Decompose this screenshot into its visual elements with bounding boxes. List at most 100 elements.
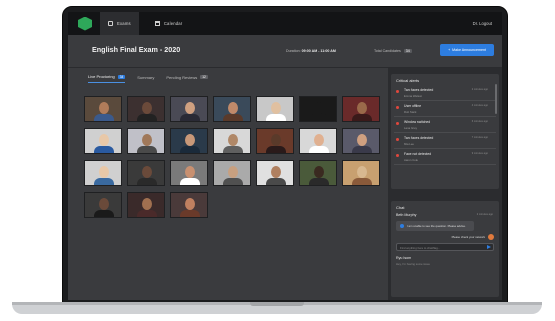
alert-time: 7 minutes ago <box>471 136 488 139</box>
alert-item[interactable]: Two faces detected Emma Watson 2 minutes a… <box>394 85 496 101</box>
candidate-face <box>99 166 109 178</box>
alert-time: 4 minutes ago <box>471 104 488 107</box>
tab-summary-label: Summary <box>137 74 155 80</box>
candidate-body <box>180 146 200 153</box>
chat-title: Chat <box>396 205 405 210</box>
alert-candidate: Mia Lee <box>404 142 414 146</box>
candidate-video-tile[interactable] <box>256 96 294 122</box>
candidate-video-tile[interactable] <box>213 128 251 154</box>
alert-title: Two faces detected <box>404 136 434 140</box>
nav-tab-calendar[interactable]: Calendar <box>147 12 191 35</box>
candidate-body <box>352 146 372 153</box>
total-candidates: Total Candidates 34 <box>374 49 412 53</box>
send-icon[interactable] <box>487 245 491 249</box>
total-candidates-label: Total Candidates <box>374 49 401 53</box>
alerts-scrollbar[interactable] <box>495 84 497 114</box>
chat-time: 2 minutes ago <box>476 213 493 216</box>
alerts-list: Two faces detected Emma Watson 2 minutes a… <box>391 85 499 165</box>
candidate-body <box>94 146 114 153</box>
alert-icon <box>396 90 399 93</box>
right-sidebar: Critical alerts Two faces detected Emma W… <box>388 68 502 300</box>
candidate-face <box>271 134 281 146</box>
candidate-video-tile[interactable] <box>342 96 380 122</box>
candidate-face <box>185 166 195 178</box>
alert-title: Face not detected <box>404 152 432 156</box>
calendar-icon <box>154 21 160 26</box>
candidate-video-tile[interactable] <box>170 96 208 122</box>
duration-value: 09:00 AM - 11:00 AM <box>301 49 336 53</box>
candidate-face <box>314 102 324 114</box>
candidate-video-tile[interactable] <box>256 160 294 186</box>
candidate-body <box>94 178 114 185</box>
candidate-face <box>357 134 367 146</box>
alert-icon <box>396 138 399 141</box>
chat-input-placeholder: Find anything here to chat/flag... <box>400 246 440 250</box>
candidate-video-tile[interactable] <box>299 96 337 122</box>
chat-thread-sender: Ryu Isom <box>396 256 412 260</box>
alert-item[interactable]: Two faces detected Mia Lee 7 minutes ago <box>394 133 496 149</box>
candidate-video-tile[interactable] <box>213 160 251 186</box>
chat-panel: Chat Beth Murphy 2 minutes ago I am unab… <box>391 201 499 297</box>
top-navigation-bar: Exams Calendar Dr. Logout <box>68 12 502 35</box>
nav-tab-exams[interactable]: Exams <box>100 12 139 35</box>
chat-sender-row[interactable]: Beth Murphy 2 minutes ago <box>391 212 499 218</box>
candidate-face <box>228 102 238 114</box>
candidate-body <box>223 146 243 153</box>
alert-item[interactable]: User offline Rob Stark 4 minutes ago <box>394 101 496 117</box>
candidate-body <box>180 178 200 185</box>
candidate-video-tile[interactable] <box>342 128 380 154</box>
candidate-video-tile[interactable] <box>170 160 208 186</box>
tab-live-proctoring-badge: 34 <box>117 74 126 79</box>
logout-link[interactable]: Dr. Logout <box>473 21 492 26</box>
tab-live-proctoring[interactable]: Live Proctoring 34 <box>88 74 126 83</box>
candidate-body <box>309 114 329 121</box>
candidate-video-tile[interactable] <box>299 160 337 186</box>
candidate-video-tile[interactable] <box>213 96 251 122</box>
candidate-video-tile[interactable] <box>170 128 208 154</box>
candidate-video-tile[interactable] <box>342 160 380 186</box>
candidate-body <box>94 114 114 121</box>
make-announcement-button[interactable]: + Make Announcement <box>440 44 494 56</box>
candidate-video-tile[interactable] <box>127 192 165 218</box>
candidate-face <box>185 134 195 146</box>
candidate-face <box>185 198 195 210</box>
candidate-video-tile[interactable] <box>84 96 122 122</box>
candidate-video-tile[interactable] <box>127 96 165 122</box>
candidate-body <box>137 210 157 217</box>
candidate-video-tile[interactable] <box>127 160 165 186</box>
candidate-video-tile[interactable] <box>84 192 122 218</box>
candidate-body <box>309 146 329 153</box>
chat-sender-name: Beth Murphy <box>396 213 417 217</box>
alert-icon <box>396 106 399 109</box>
incoming-message-text: I am unable to see the question. Please … <box>407 224 466 228</box>
candidate-video-tile[interactable] <box>170 192 208 218</box>
candidate-face <box>314 166 324 178</box>
candidate-video-tile[interactable] <box>256 128 294 154</box>
tab-live-proctoring-label: Live Proctoring <box>88 74 115 79</box>
duration-label: Duration: <box>286 49 301 53</box>
alert-title: Window switched <box>404 120 431 124</box>
tab-pending-reviews-badge: 12 <box>200 75 208 79</box>
candidate-video-tile[interactable] <box>299 128 337 154</box>
candidate-body <box>180 210 200 217</box>
candidate-face <box>142 166 152 178</box>
candidate-face <box>228 166 238 178</box>
candidate-face <box>271 102 281 114</box>
candidate-video-tile[interactable] <box>84 160 122 186</box>
candidate-body <box>309 178 329 185</box>
tab-pending-reviews[interactable]: Pending Reviews 12 <box>166 74 208 83</box>
candidate-face <box>228 134 238 146</box>
candidate-video-grid <box>84 96 380 218</box>
candidate-video-tile[interactable] <box>84 128 122 154</box>
grid-icon <box>108 21 113 26</box>
alert-item[interactable]: Face not detected Aaron Cole 9 minutes ago <box>394 149 496 165</box>
alert-item[interactable]: Window switched Lana Grey 6 minutes ago <box>394 117 496 133</box>
candidate-video-tile[interactable] <box>127 128 165 154</box>
tab-summary[interactable]: Summary <box>137 74 154 83</box>
alert-candidate: Emma Watson <box>404 94 423 98</box>
total-candidates-count: 34 <box>403 49 412 53</box>
alert-time: 2 minutes ago <box>471 88 488 91</box>
alert-time: 6 minutes ago <box>471 120 488 123</box>
chat-input[interactable]: Find anything here to chat/flag... <box>396 243 494 251</box>
exam-header: English Final Exam - 2020 Duration: 09:0… <box>68 35 502 68</box>
